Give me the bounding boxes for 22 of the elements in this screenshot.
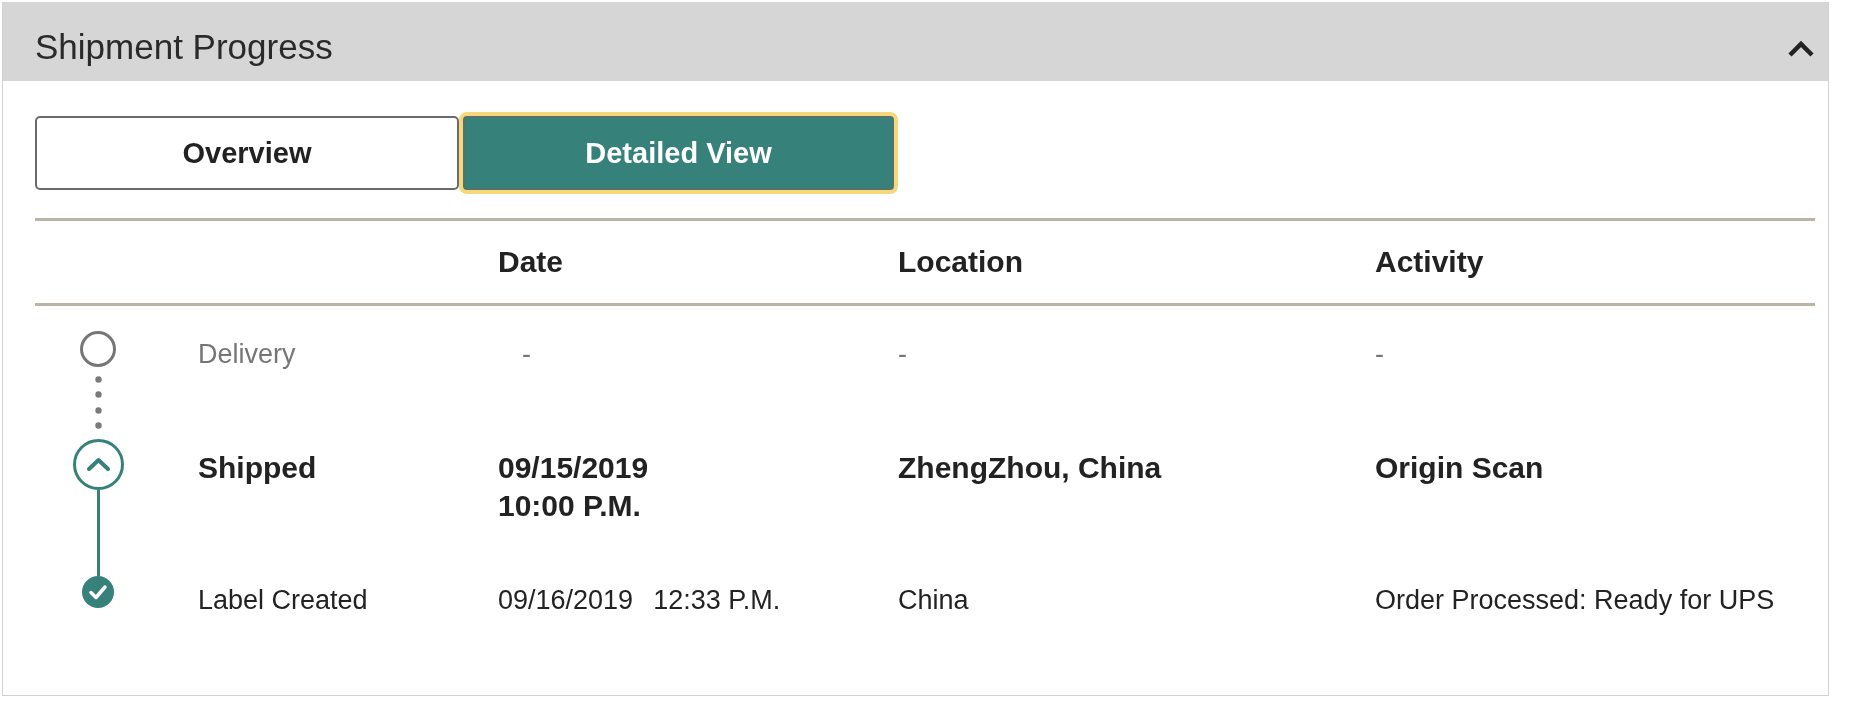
tab[interactable]: Overview [35,116,459,190]
status-text: Delivery [198,339,296,369]
location-text: - [898,339,907,369]
location-text: ZhengZhou, China [898,451,1162,484]
location-text: China [898,585,969,615]
date-text: - [522,338,531,371]
column-header: Location [898,245,1023,278]
column-header: Date [498,245,564,278]
date-text: 09/15/2019 [498,450,649,486]
panel-title: Shipment Progress [35,25,333,68]
dotted-connector [94,375,102,429]
status-text: Shipped [198,451,317,484]
chevron-up-icon[interactable] [1787,40,1815,58]
column-header: Activity [1375,245,1484,278]
date-text: 09/16/2019 [498,584,634,617]
activity-text: - [1375,339,1384,369]
activity-text: Order Processed: Ready for UPS [1375,585,1775,615]
status-text: Label Created [198,585,368,615]
activity-text: Origin Scan [1375,451,1544,484]
time-text: 10:00 P.M. [498,488,641,524]
tab[interactable]: Detailed View [459,112,898,194]
time-text: 12:33 P.M. [653,584,781,617]
